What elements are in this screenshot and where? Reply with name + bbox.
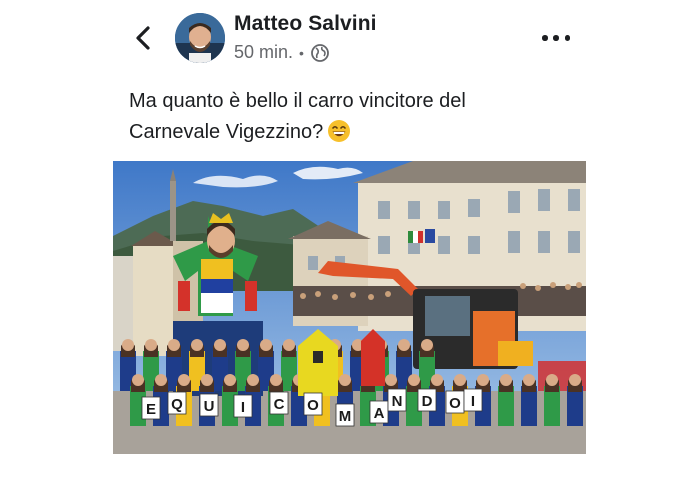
banner-letter: I (233, 394, 253, 418)
performer (498, 374, 514, 426)
banner-letter-text: A (374, 405, 385, 422)
banner-letter-text: C (274, 396, 285, 413)
banner-letter-text: D (422, 393, 433, 410)
post-meta: 50 min. • (234, 42, 330, 63)
banner-letter-text: M (339, 408, 352, 425)
more-dot (564, 35, 570, 41)
avatar-image (175, 13, 225, 63)
banner-letter-text: Q (171, 396, 183, 413)
post-text-line-2-content: Carnevale Vigezzino? (129, 121, 324, 143)
more-dot (553, 35, 559, 41)
performer (544, 374, 560, 426)
banner-letter: N (387, 388, 407, 412)
avatar[interactable] (175, 13, 225, 63)
banner-letter: U (199, 393, 219, 417)
banner-letter: Q (167, 391, 187, 415)
post-text-line-1: Ma quanto è bello il carro vincitore del (129, 90, 466, 112)
banner-letter-text: I (241, 399, 245, 416)
banner-letter-text: E (146, 401, 156, 418)
banner-letter: O (445, 390, 465, 414)
back-button[interactable] (131, 24, 157, 52)
performer (521, 374, 537, 426)
grinning-face-with-smiling-eyes-icon (327, 119, 351, 143)
banner-letter-text: U (204, 398, 215, 415)
more-dot (542, 35, 548, 41)
post-text: Ma quanto è bello il carro vincitore del… (129, 86, 569, 148)
post-photo[interactable]: EQUICOMANDOI (113, 161, 586, 454)
more-options-button[interactable] (542, 30, 570, 46)
carnival-float-photo: E Q U I C OM AN D O I (113, 161, 586, 454)
post-header: Matteo Salvini 50 min. • (0, 0, 698, 80)
banner-letter: D (417, 388, 437, 412)
post-text-line-2: Carnevale Vigezzino? (129, 117, 569, 148)
post-time[interactable]: 50 min. (234, 42, 293, 63)
banner-letter: E (141, 396, 161, 420)
banner-letter-text: I (471, 393, 475, 410)
banner-letter: I (463, 388, 483, 412)
banner-letter-text: O (307, 397, 319, 414)
banner-letter: M (335, 403, 355, 427)
author-name[interactable]: Matteo Salvini (234, 12, 377, 36)
banner-letter: A (369, 400, 389, 424)
banner-letter: C (269, 391, 289, 415)
banner-letter-text: O (449, 395, 461, 412)
performer (567, 374, 583, 426)
chevron-left-icon (136, 26, 150, 50)
banner-letter-text: N (392, 393, 403, 410)
banner-letter: O (303, 392, 323, 416)
globe-icon[interactable] (310, 43, 330, 63)
meta-separator: • (299, 44, 304, 61)
